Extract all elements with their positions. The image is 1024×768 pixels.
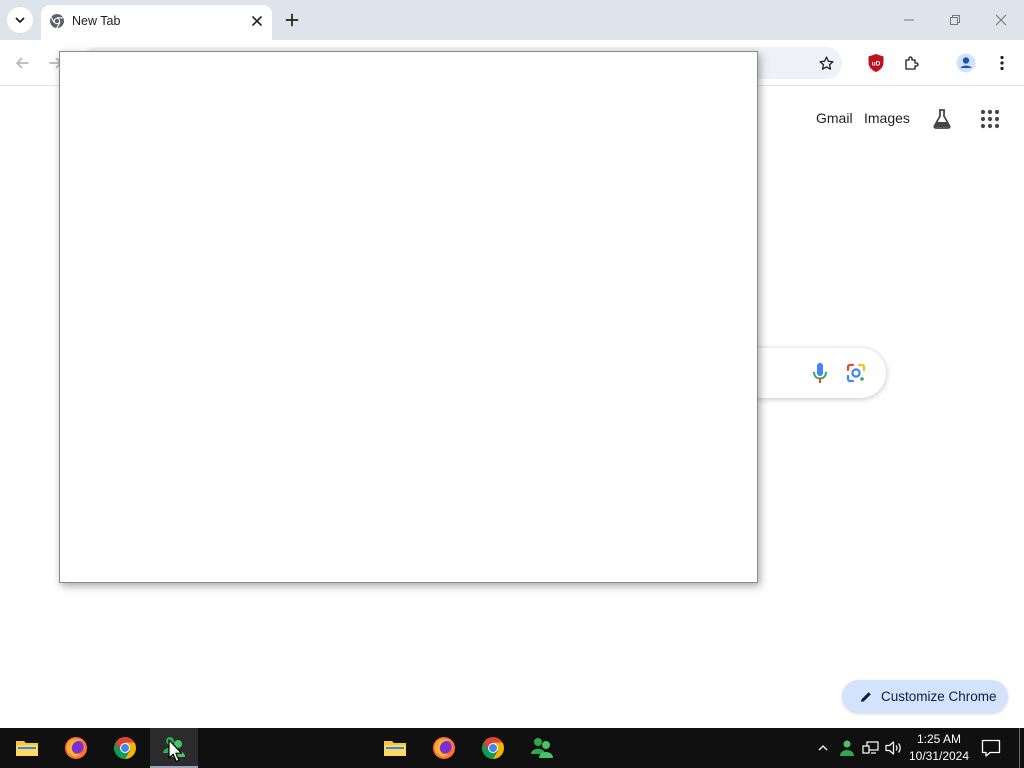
- speaker-icon: [885, 741, 901, 755]
- chevron-up-icon: [818, 745, 828, 751]
- chrome-icon: [114, 737, 136, 759]
- ublock-origin-icon: uD: [868, 54, 884, 72]
- firefox-icon: [433, 737, 455, 759]
- clock-time: 1:25 AM: [916, 732, 962, 746]
- profile-icon: [956, 53, 976, 73]
- firefox-icon: [65, 737, 87, 759]
- show-desktop-button[interactable]: [1019, 728, 1020, 768]
- chrome-icon: [482, 737, 504, 759]
- notification-icon[interactable]: [980, 737, 1002, 759]
- svg-text:uD: uD: [872, 61, 881, 68]
- tab-close-button[interactable]: [248, 12, 266, 30]
- close-window-button[interactable]: [985, 6, 1017, 34]
- folder-icon: [16, 741, 38, 756]
- bookmark-button[interactable]: [815, 52, 837, 74]
- tray-volume[interactable]: [884, 738, 904, 758]
- tray-overflow-button[interactable]: [813, 738, 833, 758]
- chrome-menu-button[interactable]: [991, 52, 1013, 74]
- close-icon: [995, 14, 1007, 26]
- folder-icon: [384, 741, 406, 756]
- taskbar-messenger-2[interactable]: [518, 728, 566, 768]
- network-icon: [862, 741, 879, 754]
- new-tab-button[interactable]: [280, 8, 304, 32]
- star-icon: [818, 55, 834, 70]
- tray-messenger[interactable]: [837, 738, 857, 758]
- people-icon: [531, 738, 553, 758]
- mouse-cursor-icon: [168, 739, 183, 763]
- tab-search-button[interactable]: [7, 7, 33, 33]
- kebab-menu-icon: [1000, 55, 1004, 71]
- taskbar-firefox[interactable]: [52, 728, 100, 768]
- restore-button[interactable]: [939, 6, 971, 34]
- taskbar-clock[interactable]: 1:25 AM 10/31/2024: [906, 731, 972, 765]
- taskbar-file-explorer[interactable]: [3, 728, 51, 768]
- people-icon: [840, 740, 854, 756]
- arrow-left-icon: [16, 57, 29, 69]
- extensions-button[interactable]: [901, 52, 923, 74]
- close-icon: [252, 16, 262, 26]
- chevron-down-icon: [15, 17, 25, 23]
- customize-chrome-label: Customize Chrome: [881, 689, 997, 704]
- taskbar-firefox-2[interactable]: [420, 728, 468, 768]
- google-lens-icon[interactable]: [845, 362, 867, 384]
- blank-popup-window[interactable]: [59, 51, 758, 583]
- pencil-icon: [861, 691, 871, 702]
- tab-strip: New Tab: [0, 0, 1024, 40]
- puzzle-icon: [905, 56, 919, 70]
- restore-icon: [950, 15, 960, 25]
- tab-title: New Tab: [72, 14, 121, 28]
- profile-button[interactable]: [955, 52, 977, 74]
- flask-icon[interactable]: [931, 108, 953, 130]
- windows-taskbar: 1:25 AM 10/31/2024: [0, 728, 1024, 768]
- ublock-extension-button[interactable]: uD: [865, 52, 887, 74]
- minimize-icon: [904, 19, 914, 21]
- images-link[interactable]: Images: [864, 110, 910, 126]
- minimize-button[interactable]: [893, 6, 925, 34]
- taskbar-file-explorer-2[interactable]: [371, 728, 419, 768]
- customize-chrome-button[interactable]: Customize Chrome: [842, 680, 1008, 713]
- back-button[interactable]: [11, 52, 33, 74]
- chrome-icon: [50, 14, 64, 29]
- apps-grid-icon[interactable]: [979, 108, 1001, 130]
- taskbar-chrome-2[interactable]: [469, 728, 517, 768]
- clock-date: 10/31/2024: [908, 749, 970, 763]
- tray-network[interactable]: [861, 738, 881, 758]
- tab-new-tab[interactable]: New Tab: [41, 5, 272, 40]
- plus-icon: [285, 13, 299, 27]
- gmail-link[interactable]: Gmail: [816, 110, 853, 126]
- mic-icon[interactable]: [810, 362, 830, 386]
- taskbar-chrome[interactable]: [101, 728, 149, 768]
